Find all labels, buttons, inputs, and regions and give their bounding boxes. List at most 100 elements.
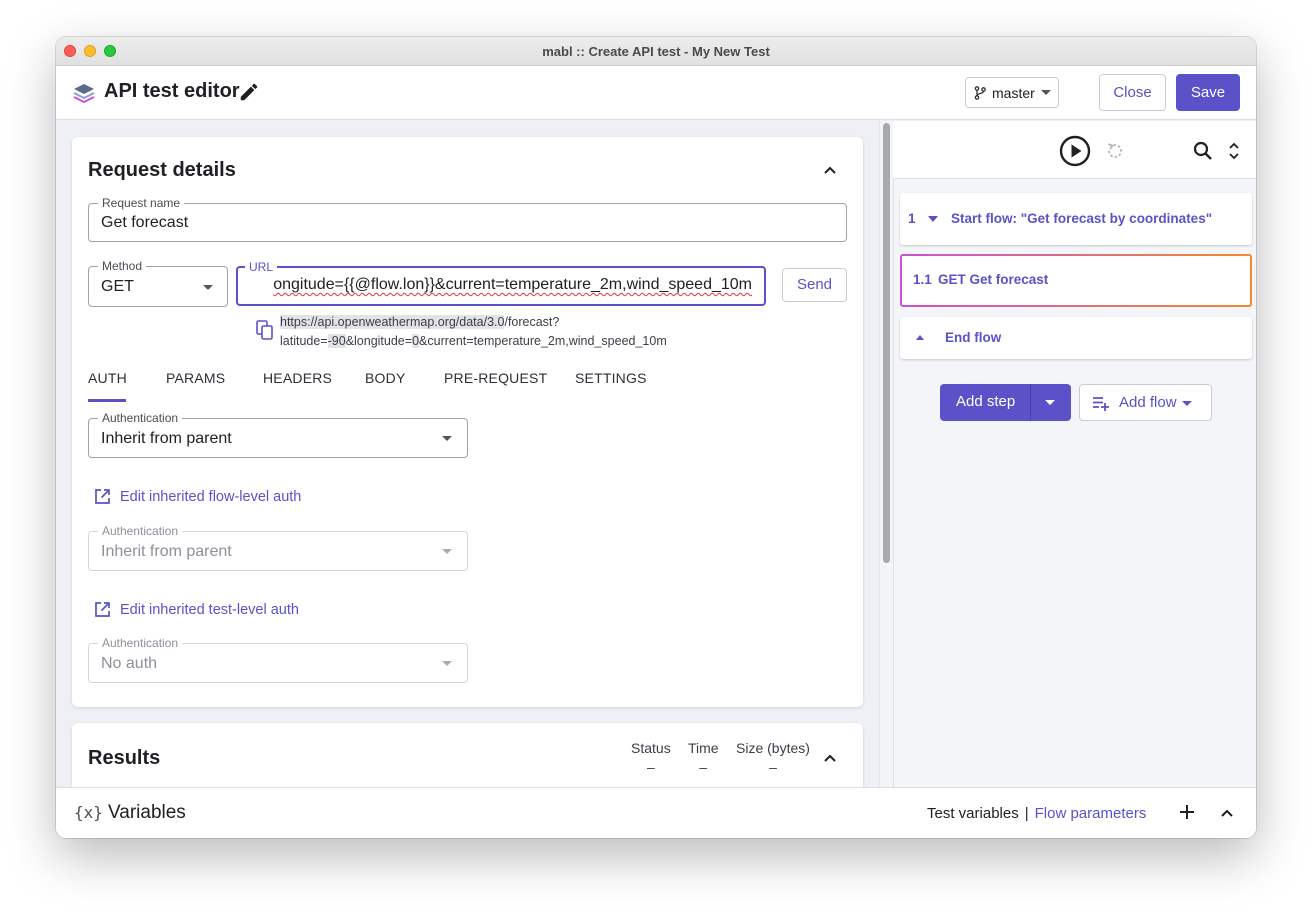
url-preview-value: 0 [412,334,420,348]
copy-icon[interactable] [256,320,274,340]
window-title: mabl :: Create API test - My New Test [542,44,770,59]
links-separator: | [1024,805,1029,822]
split-divider [1030,384,1031,421]
flow-authentication-select: Authentication Inherit from parent [88,524,468,571]
step-number: 1.1 [913,272,932,287]
request-name-label: Request name [98,196,185,210]
result-time-label: Time [688,740,719,756]
test-variables-link[interactable]: Test variables [927,805,1019,822]
variables-links: Test variables | Flow parameters [927,805,1146,822]
tab-body[interactable]: BODY [365,370,405,386]
request-name-field[interactable]: Request name Get forecast [88,196,847,242]
step-label: Start flow: "Get forecast by coordinates… [951,211,1213,226]
scrollbar-thumb[interactable] [883,123,890,563]
result-size: Size (bytes) – [736,740,810,775]
url-preview-path: /forecast? [504,315,560,329]
variables-icon: {x} [74,803,103,822]
add-flow-label: Add flow [1119,394,1177,411]
test-authentication-value: No auth [101,655,158,672]
chevron-down-icon[interactable] [928,216,938,222]
url-preview-param: latitude= [280,334,328,348]
result-time: Time – [688,740,719,775]
add-flow-button[interactable]: Add flow [1079,384,1212,421]
send-button[interactable]: Send [782,268,847,302]
tab-pre-request[interactable]: PRE-REQUEST [444,370,547,386]
method-value: GET [101,278,134,295]
collapse-chevron-icon[interactable] [823,751,837,765]
edit-pencil-icon[interactable] [238,81,260,103]
open-external-icon [95,602,110,617]
variables-title: Variables [108,802,186,823]
variables-bar: {x} Variables Test variables | Flow parame… [56,787,1256,838]
edit-test-auth-label: Edit inherited test-level auth [120,601,299,618]
chevron-down-icon [442,436,452,441]
branch-selector[interactable]: master [965,77,1059,108]
reset-icon[interactable] [1105,141,1125,161]
step-get-forecast[interactable]: 1.1 GET Get forecast [900,254,1252,307]
playlist-add-icon [1093,397,1109,411]
request-name-value: Get forecast [101,214,189,231]
test-authentication-label: Authentication [98,636,183,650]
branch-name: master [992,84,1035,101]
step-label: End flow [945,330,1002,345]
add-step-button[interactable]: Add step [940,384,1071,421]
steps-toolbar [893,121,1256,179]
url-input[interactable]: ongitude={{@flow.lon}}&current=temperatu… [236,266,766,306]
method-label: Method [98,259,147,273]
mabl-logo-icon [73,84,95,104]
edit-flow-auth-link[interactable]: Edit inherited flow-level auth [94,488,301,505]
step-label: GET Get forecast [938,272,1049,287]
result-status-label: Status [631,740,671,756]
search-icon[interactable] [1193,141,1213,161]
url-preview-value: -90 [327,334,346,348]
chevron-down-icon[interactable] [1045,400,1055,405]
tab-auth[interactable]: AUTH [88,370,127,386]
save-button[interactable]: Save [1176,74,1240,111]
git-branch-icon [974,85,986,100]
collapse-chevron-icon[interactable] [823,163,837,177]
step-number: 1 [908,211,916,226]
page-title: API test editor [104,80,240,102]
window-titlebar: mabl :: Create API test - My New Test [56,37,1256,66]
chevron-down-icon [442,549,452,554]
step-end-flow[interactable]: End flow [900,317,1252,359]
tab-settings[interactable]: SETTINGS [575,370,647,386]
flow-parameters-link[interactable]: Flow parameters [1035,805,1147,822]
edit-test-auth-link[interactable]: Edit inherited test-level auth [94,601,299,618]
expand-collapse-icon[interactable] [1228,141,1240,161]
url-preview-base: https://api.openweathermap.org/data/3.0 [280,315,505,329]
app-window: mabl :: Create API test - My New Test AP… [56,37,1256,838]
open-external-icon [95,489,110,504]
request-details-card: Request details Request name Get forecas… [72,137,863,707]
url-preview: https://api.openweathermap.org/data/3.0/… [280,313,667,351]
url-preview-param: &longitude= [345,334,413,348]
tab-params[interactable]: PARAMS [166,370,225,386]
result-size-label: Size (bytes) [736,740,810,756]
authentication-value: Inherit from parent [101,430,232,447]
url-label: URL [245,260,278,274]
tab-headers[interactable]: HEADERS [263,370,332,386]
chevron-down-icon [442,661,452,666]
chevron-up-icon[interactable] [916,335,924,340]
result-status: Status – [631,740,671,775]
chevron-down-icon [203,285,213,290]
chevron-down-icon [1040,90,1051,95]
add-icon[interactable] [1177,802,1197,822]
step-start-flow[interactable]: 1 Start flow: "Get forecast by coordinat… [900,193,1252,245]
result-status-value: – [646,759,655,775]
method-select[interactable]: Method GET [88,259,228,307]
authentication-label: Authentication [98,411,183,425]
flow-authentication-label: Authentication [98,524,183,538]
add-step-label: Add step [956,393,1016,410]
expand-chevron-icon[interactable] [1220,806,1234,820]
editor-header: API test editor master Close Save [56,66,1256,120]
url-preview-param: &current=temperature_2m,wind_speed_10m [419,334,667,348]
result-size-value: – [769,759,777,775]
request-details-title: Request details [88,159,236,181]
test-authentication-select: Authentication No auth [88,636,468,683]
run-play-icon[interactable] [1059,135,1091,167]
authentication-select[interactable]: Authentication Inherit from parent [88,411,468,458]
results-title: Results [88,747,161,769]
chevron-down-icon [1182,401,1192,406]
close-button[interactable]: Close [1099,74,1166,111]
